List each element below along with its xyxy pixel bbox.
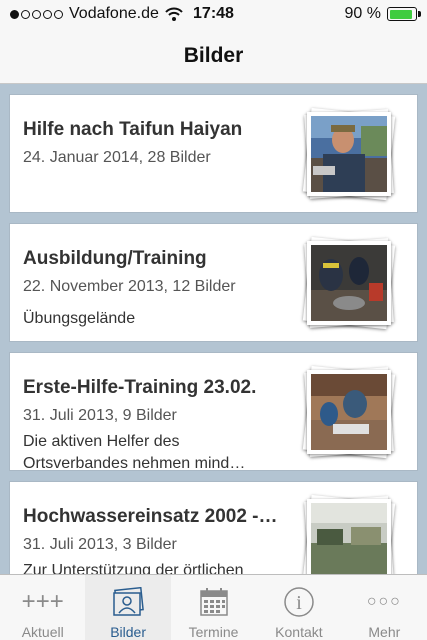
flood-mission-photo xyxy=(311,503,387,574)
info-glyph: i xyxy=(296,592,302,614)
album-card[interactable]: Ausbildung/Training 22. November 2013, 1… xyxy=(9,223,418,342)
page-title: Bilder xyxy=(183,43,244,67)
album-title: Hochwassereinsatz 2002 -… xyxy=(23,506,278,527)
album-meta: 24. Januar 2014, 28 Bilder xyxy=(23,149,211,166)
album-thumbnail xyxy=(302,494,396,574)
tab-label: Mehr xyxy=(368,624,401,640)
battery-percentage: 90 % xyxy=(344,5,381,22)
signal-strength-icon xyxy=(10,9,63,19)
carrier-name: Vodafone.de xyxy=(69,5,159,22)
album-text: Hilfe nach Taifun Haiyan 24. Januar 2014… xyxy=(23,119,287,167)
tab-bilder[interactable]: Bilder xyxy=(85,575,171,640)
album-text: Hochwassereinsatz 2002 -… 31. Juli 2013,… xyxy=(23,506,287,574)
signal-dot xyxy=(54,9,63,19)
album-title: Hilfe nach Taifun Haiyan xyxy=(23,119,243,140)
photo-frame xyxy=(307,370,391,454)
tab-mehr[interactable]: ○○○ Mehr xyxy=(342,575,427,640)
battery-level xyxy=(389,9,412,19)
status-right: 90 % xyxy=(344,5,421,23)
album-list[interactable]: Hilfe nach Taifun Haiyan 24. Januar 2014… xyxy=(0,84,427,574)
album-meta: 31. Juli 2013, 9 Bilder xyxy=(23,407,177,424)
signal-dot xyxy=(32,9,41,19)
first-aid-training-photo xyxy=(311,374,387,450)
album-text: Erste-Hilfe-Training 23.02. 31. Juli 201… xyxy=(23,377,287,475)
album-description: Zur Unterstützung der örtlichen xyxy=(23,562,244,574)
info-icon: i xyxy=(283,585,315,618)
wifi-icon xyxy=(165,7,183,21)
photo-frame xyxy=(307,241,391,325)
album-thumbnail xyxy=(302,365,396,459)
photo-frame xyxy=(307,112,391,196)
news-icon: +++ xyxy=(21,587,64,615)
signal-dot xyxy=(21,9,30,19)
album-thumbnail xyxy=(302,236,396,330)
tab-bar: +++ Aktuell Bilder Termine i Kontakt ○○○… xyxy=(0,574,427,640)
tab-termine[interactable]: Termine xyxy=(171,575,256,640)
pictures-icon xyxy=(111,585,145,618)
navigation-bar: Bilder xyxy=(0,28,427,84)
status-left: Vodafone.de xyxy=(10,5,183,23)
album-card[interactable]: Hilfe nach Taifun Haiyan 24. Januar 2014… xyxy=(9,94,418,213)
tab-label: Kontakt xyxy=(275,624,323,640)
battery-icon xyxy=(387,7,421,21)
more-icon: ○○○ xyxy=(366,592,402,610)
photo-frame xyxy=(307,499,391,574)
training-photo xyxy=(311,245,387,321)
calendar-icon xyxy=(199,585,229,618)
album-meta: 22. November 2013, 12 Bilder xyxy=(23,278,236,295)
signal-dot xyxy=(10,9,19,19)
album-description: Übungsgelände xyxy=(23,310,136,327)
album-meta: 31. Juli 2013, 3 Bilder xyxy=(23,536,177,553)
tab-label: Termine xyxy=(188,624,239,640)
album-card[interactable]: Erste-Hilfe-Training 23.02. 31. Juli 201… xyxy=(9,352,418,472)
album-thumbnail xyxy=(302,107,396,201)
tab-aktuell[interactable]: +++ Aktuell xyxy=(0,575,85,640)
album-text: Ausbildung/Training 22. November 2013, 1… xyxy=(23,248,287,330)
tab-label: Bilder xyxy=(110,624,146,640)
album-title: Ausbildung/Training xyxy=(23,248,207,269)
album-card[interactable]: Hochwassereinsatz 2002 -… 31. Juli 2013,… xyxy=(9,481,418,574)
tab-label: Aktuell xyxy=(21,624,64,640)
album-title: Erste-Hilfe-Training 23.02. xyxy=(23,377,257,398)
tab-kontakt[interactable]: i Kontakt xyxy=(256,575,341,640)
status-bar: Vodafone.de 17:48 90 % xyxy=(0,0,427,28)
album-description: Die aktiven Helfer des Ortsverbandes neh… xyxy=(23,433,246,472)
typhoon-relief-photo xyxy=(311,116,387,192)
signal-dot xyxy=(43,9,52,19)
